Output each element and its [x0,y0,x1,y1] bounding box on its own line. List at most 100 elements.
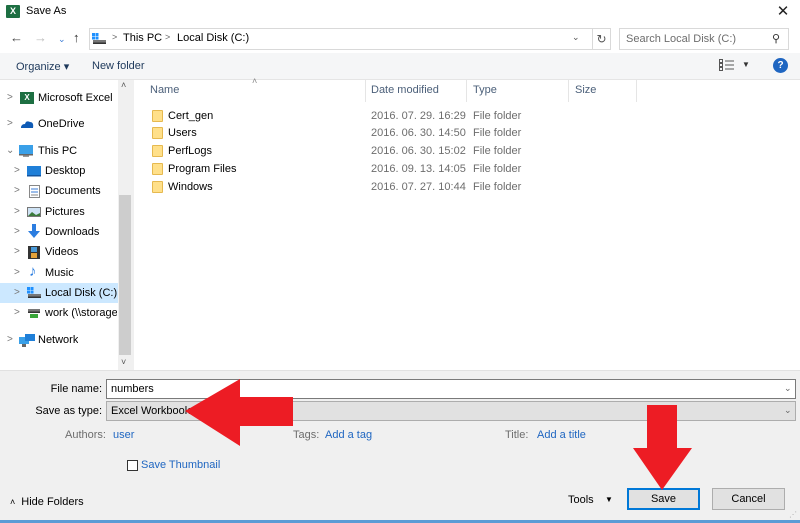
expand-icon[interactable]: > [7,88,13,108]
column-divider[interactable] [365,80,366,102]
organize-button[interactable]: Organize ▾ [16,60,69,73]
recent-locations-button[interactable]: ⌄ [58,31,66,47]
expand-icon[interactable]: > [7,330,13,350]
expand-icon[interactable]: > [14,181,20,201]
file-list [134,80,800,370]
sidebar-item-label: Local Disk (C:) [45,287,118,299]
save-as-type-label: Save as type: [35,405,102,417]
sidebar-item-documents[interactable]: > Documents [0,181,118,201]
close-button[interactable]: ✕ [770,2,796,22]
forward-button[interactable]: → [34,30,47,46]
tools-dropdown-icon[interactable]: ▼ [605,495,613,504]
file-type: File folder [473,181,522,193]
file-name[interactable]: Users [168,127,197,139]
help-icon[interactable]: ? [773,58,788,73]
sidebar-item-onedrive[interactable]: > OneDrive [0,114,118,134]
desktop-icon [27,166,41,177]
folder-icon [152,127,163,139]
expand-icon[interactable]: > [7,114,13,134]
new-folder-button[interactable]: New folder [92,60,145,72]
view-options-icon[interactable] [719,59,735,71]
sidebar-item-network[interactable]: > Network [0,330,118,350]
sidebar-item-work-network-drive[interactable]: > work (\\storage. [0,303,118,323]
save-as-type-dropdown-icon[interactable]: ⌄ [784,405,792,416]
sidebar-item-this-pc[interactable]: ⌄ This PC [0,141,118,161]
collapse-icon[interactable]: ⌄ [6,141,14,161]
column-header-date-modified[interactable]: Date modified [371,84,439,96]
scroll-down-icon[interactable]: ˅ [121,357,126,367]
column-header-size[interactable]: Size [575,84,596,96]
sidebar-item-music[interactable]: > ♪ Music [0,263,118,283]
file-name-value[interactable]: numbers [111,383,154,395]
cancel-button[interactable]: Cancel [712,488,785,510]
column-header-type[interactable]: Type [473,84,497,96]
sidebar-item-label: This PC [38,145,78,157]
documents-icon [29,185,40,198]
file-name-dropdown-icon[interactable]: ⌄ [784,383,792,394]
sidebar-scrollbar-thumb[interactable] [119,195,131,355]
videos-icon [28,246,40,259]
folder-icon [152,145,163,157]
save-thumbnail-label[interactable]: Save Thumbnail [141,459,220,471]
column-divider[interactable] [466,80,467,102]
excel-icon: X [20,92,34,104]
column-divider[interactable] [636,80,637,102]
save-as-type-select[interactable] [106,401,796,421]
expand-icon[interactable]: > [14,263,20,283]
file-type: File folder [473,145,522,157]
expand-icon[interactable]: > [14,242,20,262]
file-name[interactable]: Program Files [168,163,236,175]
sidebar-item-label: work (\\storage. [45,307,117,319]
expand-icon[interactable]: > [14,283,20,303]
file-name[interactable]: Windows [168,181,213,193]
file-name-input[interactable] [106,379,796,399]
add-tag-link[interactable]: Add a tag [325,429,372,441]
tools-button[interactable]: Tools [568,494,594,506]
column-divider[interactable] [568,80,569,102]
resize-grip-icon[interactable]: ⋰ [789,510,797,519]
scroll-up-icon[interactable]: ˄ [121,80,126,90]
expand-icon[interactable]: > [14,222,20,242]
up-button[interactable]: ↑ [73,30,80,46]
sidebar-item-label: Downloads [45,226,100,238]
sidebar-item-local-disk[interactable]: > Local Disk (C:) [0,283,118,303]
expand-icon[interactable]: > [14,202,20,222]
excel-app-icon: X [6,5,20,18]
save-thumbnail-checkbox[interactable] [127,460,138,471]
file-name-label: File name: [50,383,102,395]
expand-icon[interactable]: > [14,303,20,323]
file-type: File folder [473,110,522,122]
sidebar-item-label: Documents [45,185,101,197]
network-drive-icon [28,309,40,318]
breadcrumb-this-pc[interactable]: This PC [123,32,162,44]
save-button[interactable]: Save [627,488,700,510]
expand-icon[interactable]: > [14,161,20,181]
file-name[interactable]: Cert_gen [168,110,213,122]
folder-icon [152,110,163,122]
file-date: 2016. 06. 30. 14:50 [371,127,466,139]
column-header-name[interactable]: Name [150,84,179,96]
tags-label: Tags: [293,429,320,441]
search-icon[interactable]: ⚲ [772,32,780,45]
sidebar-item-microsoft-excel[interactable]: > X Microsoft Excel [0,88,118,108]
file-name[interactable]: PerfLogs [168,145,212,157]
hide-folders-button[interactable]: ˄ Hide Folders [10,496,84,508]
breadcrumb-separator: > [165,32,171,42]
sidebar-item-pictures[interactable]: > Pictures [0,202,118,222]
authors-label: Authors: [65,429,106,441]
sidebar-item-downloads[interactable]: > Downloads [0,222,118,242]
authors-value[interactable]: user [113,429,134,441]
sidebar-item-videos[interactable]: > Videos [0,242,118,262]
sidebar-item-desktop[interactable]: > Desktop [0,161,118,181]
back-button[interactable]: ← [10,30,23,46]
title-label: Title: [505,429,529,441]
view-dropdown-icon[interactable]: ▼ [742,60,750,69]
file-type: File folder [473,127,522,139]
sidebar-item-label: Pictures [45,206,85,218]
refresh-button[interactable]: ↻ [592,29,610,49]
save-as-type-value[interactable]: Excel Workbook [111,405,190,417]
add-title-link[interactable]: Add a title [537,429,586,441]
sidebar-item-label: Videos [45,246,79,258]
address-dropdown-icon[interactable]: ⌄ [572,32,580,43]
breadcrumb-local-disk[interactable]: Local Disk (C:) [177,32,249,44]
